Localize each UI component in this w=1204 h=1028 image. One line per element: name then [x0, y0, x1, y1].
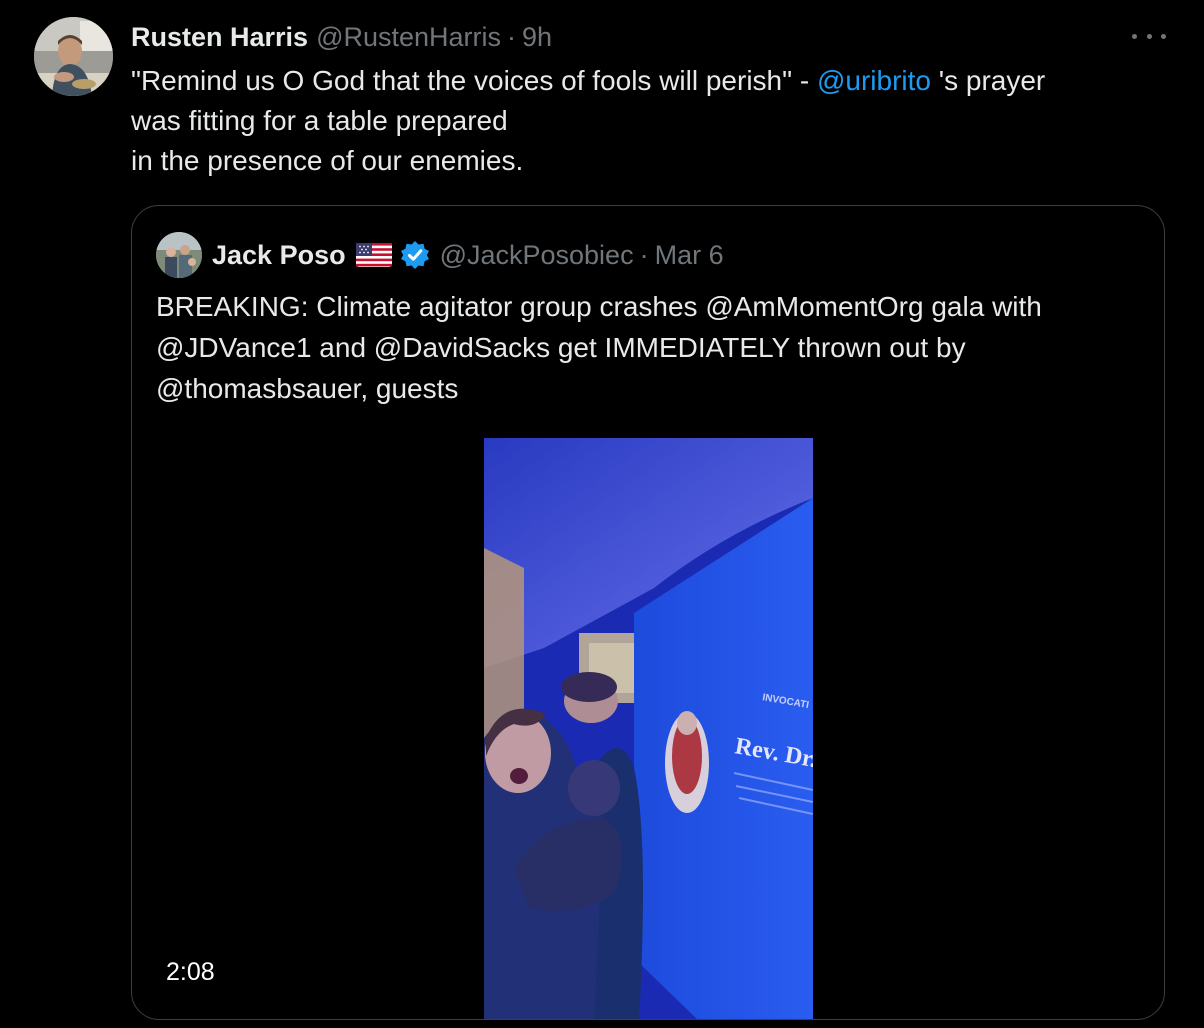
quoted-author-name[interactable]: Jack Poso: [212, 240, 346, 271]
quoted-author-avatar[interactable]: [156, 232, 202, 278]
quoted-tweet-timestamp[interactable]: Mar 6: [655, 240, 724, 271]
mention-link[interactable]: @uribrito: [817, 65, 931, 96]
more-horizontal-icon[interactable]: [1132, 24, 1166, 48]
quoted-tweet-header: Jack Poso @JackPosobiec · Mar 6: [156, 232, 724, 278]
quoted-tweet[interactable]: Jack Poso @JackPosobiec · Mar 6 BREAKING…: [131, 205, 1165, 1020]
quoted-text-line2: @JDVance1 and @DavidSacks get IMMEDIATEL…: [156, 332, 966, 363]
tweet-text: "Remind us O God that the voices of fool…: [131, 61, 1171, 181]
quoted-author-handle[interactable]: @JackPosobiec: [440, 240, 634, 271]
video-duration-label: 2:08: [166, 958, 215, 986]
tweet[interactable]: Rusten Harris @RustenHarris · 9h "Remind…: [0, 0, 1204, 1028]
video-player[interactable]: INVOCATI Rev. Dr. U: [484, 438, 813, 1019]
tweet-text-part2: 's prayer: [930, 65, 1046, 96]
tweet-timestamp[interactable]: 9h: [522, 22, 552, 53]
separator-dot: ·: [639, 239, 649, 270]
quoted-text-line3: @thomasbsauer, guests: [156, 373, 459, 404]
author-handle[interactable]: @RustenHarris: [316, 22, 501, 53]
verified-badge-icon[interactable]: [400, 240, 430, 270]
separator-dot: ·: [507, 21, 517, 52]
tweet-text-line2: was fitting for a table prepared: [131, 105, 508, 136]
tweet-header: Rusten Harris @RustenHarris · 9h: [131, 19, 552, 55]
tweet-text-line3: in the presence of our enemies.: [131, 145, 524, 176]
author-name[interactable]: Rusten Harris: [131, 22, 308, 53]
quoted-tweet-text: BREAKING: Climate agitator group crashes…: [156, 286, 1146, 409]
author-avatar[interactable]: [34, 17, 113, 96]
us-flag-icon: [355, 243, 392, 267]
quoted-text-line1: BREAKING: Climate agitator group crashes…: [156, 291, 1042, 322]
tweet-text-part1: "Remind us O God that the voices of fool…: [131, 65, 817, 96]
